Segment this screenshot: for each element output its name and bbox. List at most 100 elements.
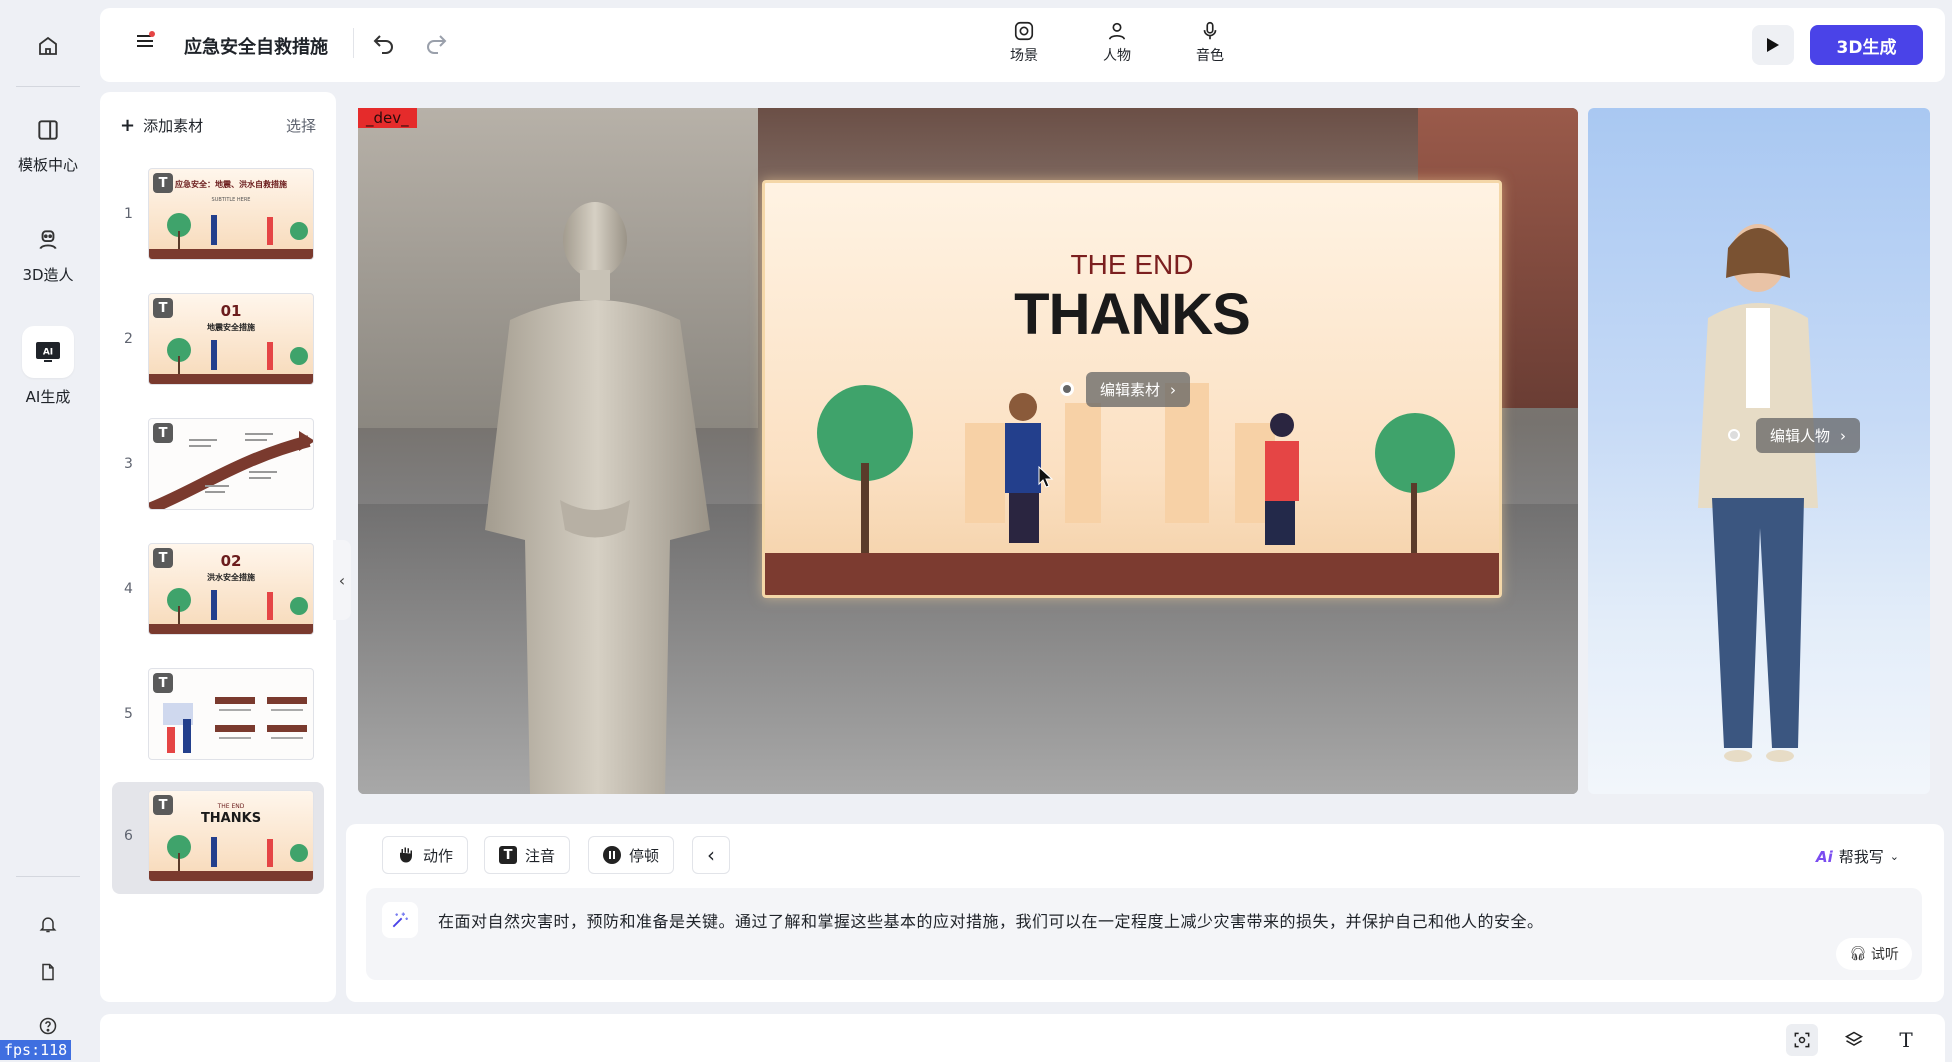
focus-frame-icon — [1794, 1032, 1810, 1048]
scene-icon — [1014, 21, 1034, 41]
notification-button[interactable] — [0, 908, 96, 940]
pause-button[interactable]: 停顿 — [588, 836, 675, 874]
magic-wand-button[interactable] — [382, 902, 418, 938]
add-material-label: 添加素材 — [143, 117, 204, 135]
focus-button[interactable] — [1786, 1024, 1818, 1056]
collapse-panel-button[interactable]: ‹ — [333, 540, 351, 620]
menu-icon — [137, 31, 155, 47]
thumb-illustration — [167, 213, 308, 251]
resize-handle[interactable] — [1060, 382, 1074, 396]
slide-number: 6 — [124, 828, 133, 844]
edit-material-label: 编辑素材 — [1100, 381, 1161, 399]
card-subtitle: THE END — [1070, 249, 1194, 280]
avatar3d-label: 3D造人 — [22, 266, 74, 284]
card-title: THANKS — [1014, 282, 1251, 347]
undo-icon — [373, 35, 393, 54]
thumb-info-cards — [163, 697, 307, 753]
undo-button[interactable] — [372, 32, 396, 58]
thumb-title: 01 — [220, 302, 242, 320]
project-title[interactable]: 应急安全自救措施 — [184, 33, 328, 59]
bottom-bar — [100, 1014, 1945, 1062]
slide-item-active[interactable]: 6 T THE END THANKS — [112, 782, 324, 894]
layers-icon — [1844, 1031, 1864, 1046]
statue-figure[interactable] — [440, 200, 750, 794]
play-button[interactable] — [1752, 25, 1794, 65]
document-button[interactable] — [0, 956, 96, 988]
slide-item[interactable]: 1 T 应急安全：地震、洪水自救措施 SUBTITLE HERE — [112, 160, 324, 272]
tool-person-label: 人物 — [1103, 48, 1131, 64]
collapse-toolbar-button[interactable]: ‹ — [692, 836, 730, 874]
slide-thumbnail: T THE END THANKS — [148, 790, 314, 882]
slide-item[interactable]: 3 T — [112, 410, 324, 522]
add-material-button[interactable]: + 添加素材 — [120, 115, 203, 136]
select-button[interactable]: 选择 — [286, 115, 316, 136]
home-button[interactable] — [0, 30, 96, 62]
tool-scene[interactable]: 场景 — [1010, 20, 1038, 65]
edit-material-button[interactable]: 编辑素材 › — [1086, 372, 1191, 407]
slide-item[interactable]: 5 T — [112, 660, 324, 772]
avatar-anchor-handle[interactable] — [1728, 429, 1740, 441]
script-text[interactable]: 在面对自然灾害时，预防和准备是关键。通过了解和掌握这些基本的应对措施，我们可以在… — [438, 908, 1544, 932]
avatar3d-button[interactable]: 3D造人 — [0, 224, 96, 285]
thumb-illustration — [167, 588, 308, 626]
slide-thumbnail: T 02 洪水安全措施 — [148, 543, 314, 635]
script-text-box[interactable] — [366, 888, 1922, 980]
slide-number: 5 — [124, 706, 133, 722]
template-center-button[interactable]: 模板中心 — [0, 114, 96, 175]
listen-button[interactable]: 🎧︎ 试听 — [1836, 938, 1912, 970]
dev-tag: _dev_ — [358, 108, 417, 128]
plus-icon: + — [120, 115, 136, 136]
help-write-button[interactable]: Ai 帮我写 ⌄ — [1816, 846, 1899, 867]
thumb-subtitle: THE END — [217, 803, 245, 810]
fps-counter: fps:118 — [0, 1040, 72, 1060]
ai-generate-button[interactable]: AI AI生成 — [0, 326, 96, 407]
home-icon — [32, 30, 64, 62]
microphone-icon — [1203, 21, 1217, 40]
chevron-right-icon: › — [1840, 426, 1847, 445]
menu-button[interactable] — [134, 30, 156, 56]
tool-scene-label: 场景 — [1010, 48, 1038, 64]
template-center-label: 模板中心 — [17, 156, 78, 174]
bell-icon — [32, 908, 64, 940]
help-write-label: 帮我写 — [1838, 848, 1884, 866]
text-tool-button[interactable]: T — [1890, 1024, 1922, 1056]
slide-thumbnail: T — [148, 418, 314, 510]
action-button[interactable]: 动作 — [382, 836, 469, 874]
play-icon — [1767, 38, 1779, 52]
slide-item[interactable]: 2 T 01 地震安全措施 — [112, 285, 324, 397]
tool-voice[interactable]: 音色 — [1196, 20, 1224, 65]
person-icon — [1108, 22, 1126, 40]
thumb-illustration — [167, 835, 308, 873]
edit-person-button[interactable]: 编辑人物 › — [1756, 418, 1861, 453]
thumb-illustration — [167, 338, 308, 376]
ai-write-icon: Ai — [1816, 847, 1833, 866]
chevron-left-icon: ‹ — [338, 570, 346, 590]
pause-label: 停顿 — [629, 846, 660, 865]
robot-icon — [32, 224, 64, 256]
slide-number: 3 — [124, 456, 133, 472]
edit-person-label: 编辑人物 — [1770, 427, 1831, 445]
text-t-icon: T — [499, 846, 517, 864]
generate-3d-button[interactable]: 3D生成 — [1810, 25, 1923, 65]
divider — [353, 28, 354, 58]
mouse-cursor-icon — [1038, 466, 1054, 488]
thumb-ground — [149, 249, 313, 259]
phonetic-button[interactable]: T 注音 — [484, 836, 571, 874]
layers-button[interactable] — [1838, 1024, 1870, 1056]
phonetic-label: 注音 — [525, 846, 556, 865]
listen-label: 试听 — [1870, 947, 1899, 963]
redo-button[interactable] — [424, 32, 448, 58]
left-rail: 模板中心 3D造人 AI AI生成 — [0, 0, 96, 1062]
headphone-icon: 🎧︎ — [1849, 946, 1867, 962]
ai-icon: AI — [22, 326, 74, 378]
magic-wand-icon — [392, 912, 408, 928]
slide-item[interactable]: 4 T 02 洪水安全措施 — [112, 535, 324, 647]
tool-person[interactable]: 人物 — [1103, 20, 1131, 65]
thumb-ground — [149, 374, 313, 384]
slide-number: 4 — [124, 581, 133, 597]
document-icon — [32, 956, 64, 988]
action-label: 动作 — [423, 846, 454, 865]
template-icon — [32, 114, 64, 146]
help-button[interactable] — [0, 1010, 96, 1042]
chevron-left-icon: ‹ — [707, 843, 715, 867]
